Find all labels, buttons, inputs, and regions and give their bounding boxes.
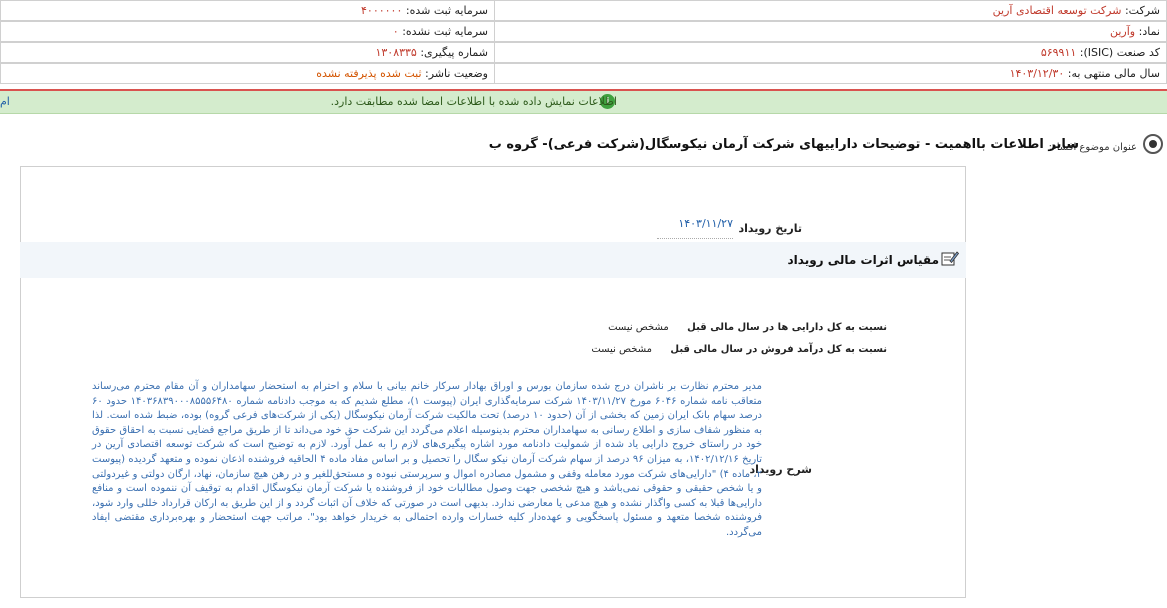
symbol-value[interactable]: وآرین: [1110, 25, 1135, 38]
verification-notice: ام i اطلاعات نمایش داده شده با اطلاعات ا…: [0, 91, 1167, 114]
symbol-label: نماد:: [1138, 25, 1160, 38]
isic-value: ۵۶۹۹۱۱: [1040, 46, 1077, 59]
publisher-status-cell: وضعیت ناشر: ثبت شده پذیرفته نشده: [0, 63, 495, 84]
unregistered-capital-cell: سرمایه ثبت نشده: ۰: [0, 21, 495, 42]
fiscal-value: ۱۴۰۳/۱۲/۳۰: [1009, 67, 1065, 80]
assets-ratio-value: مشخص نیست: [608, 322, 669, 333]
registered-capital-label: سرمایه ثبت شده:: [405, 4, 488, 17]
registered-capital-cell: سرمایه ثبت شده: ۴۰۰۰۰۰۰: [0, 0, 495, 21]
assets-ratio-label: نسبت به کل دارایی ها در سال مالی قبل: [687, 322, 887, 333]
publisher-status-value: ثبت شده پذیرفته نشده: [316, 67, 422, 80]
company-label: شرکت:: [1124, 4, 1160, 17]
event-description: مدیر محترم نظارت بر ناشران درج شده سازما…: [92, 381, 763, 538]
page-title: سایر اطلاعات بااهمیت - توضیحات داراییهای…: [488, 137, 1079, 152]
sales-ratio-row: نسبت به کل درآمد فروش در سال مالی قبل مش…: [591, 344, 887, 355]
company-value[interactable]: شرکت توسعه اقتصادی آرین: [993, 4, 1122, 17]
isic-cell: کد صنعت (ISIC): ۵۶۹۹۱۱: [494, 42, 1167, 63]
fiscal-cell: سال مالی منتهی به: ۱۴۰۳/۱۲/۳۰: [494, 63, 1167, 84]
registered-capital-value: ۴۰۰۰۰۰۰: [361, 4, 403, 17]
notice-edge-link[interactable]: ام: [0, 95, 10, 108]
edit-icon: [941, 251, 959, 266]
unregistered-capital-label: سرمایه ثبت نشده:: [402, 25, 488, 38]
event-date-label: تاریخ رویداد: [738, 222, 802, 235]
unregistered-capital-value: ۰: [392, 25, 399, 38]
assets-ratio-row: نسبت به کل دارایی ها در سال مالی قبل مشخ…: [608, 322, 887, 333]
tracking-label: شماره پیگیری:: [420, 46, 488, 59]
event-date-value: ۱۴۰۳/۱۱/۲۷: [657, 216, 733, 239]
notice-text: اطلاعات نمایش داده شده با اطلاعات امضا ش…: [330, 95, 617, 108]
tracking-cell: شماره پیگیری: ۱۳۰۸۳۳۵: [0, 42, 495, 63]
isic-label: کد صنعت (ISIC):: [1079, 46, 1160, 59]
publisher-status-label: وضعیت ناشر:: [425, 67, 488, 80]
sales-ratio-value: مشخص نیست: [591, 344, 653, 355]
sales-ratio-label: نسبت به کل درآمد فروش در سال مالی قبل: [670, 344, 887, 355]
tracking-value: ۱۳۰۸۳۳۵: [375, 46, 417, 59]
fiscal-label: سال مالی منتهی به:: [1067, 67, 1160, 80]
company-cell: شرکت: شرکت توسعه اقتصادی آرین: [494, 0, 1167, 21]
target-icon: [1143, 134, 1163, 154]
symbol-cell: نماد: وآرین: [494, 21, 1167, 42]
section-title: مقیاس اثرات مالی رویداد: [787, 253, 939, 267]
